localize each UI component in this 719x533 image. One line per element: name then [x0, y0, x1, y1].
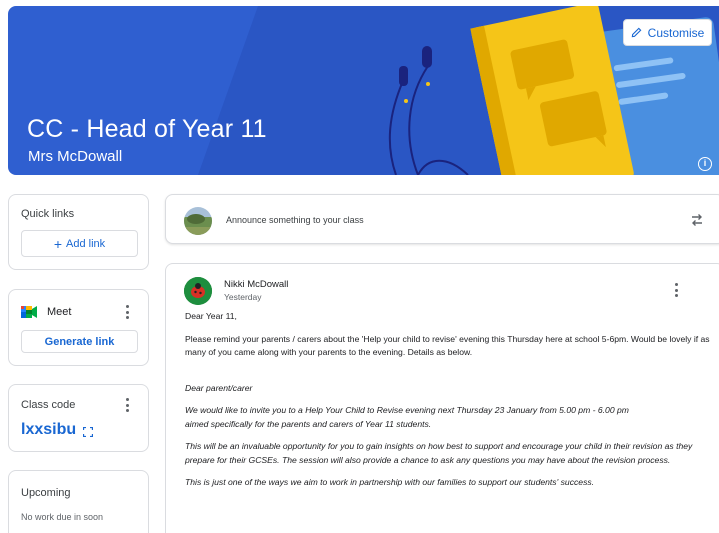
post-time: Yesterday: [224, 292, 262, 302]
add-link-button[interactable]: + Add link: [21, 230, 138, 257]
meet-more-icon[interactable]: [121, 304, 133, 320]
meet-icon: [21, 306, 37, 318]
post-greeting: Dear Year 11,: [185, 311, 237, 321]
post-more-icon[interactable]: [670, 282, 682, 298]
letter-line: We would like to invite you to a Help Yo…: [185, 405, 629, 415]
announce-prompt[interactable]: Announce something to your class: [226, 215, 364, 225]
teacher-name: Mrs McDowall: [28, 148, 123, 165]
plus-icon: +: [53, 235, 63, 252]
generate-link-button[interactable]: Generate link: [21, 330, 138, 353]
letter-paragraph: This is just one of the ways we aim to w…: [185, 477, 595, 487]
quick-links-card: Quick links + Add link: [8, 194, 149, 270]
add-link-label: Add link: [66, 237, 106, 250]
customise-button[interactable]: Customise: [623, 19, 712, 46]
class-code-more-icon[interactable]: [121, 397, 133, 413]
info-icon[interactable]: i: [698, 157, 712, 171]
post-body: Dear Year 11, Please remind your parents…: [185, 310, 715, 490]
repost-icon[interactable]: [689, 212, 705, 228]
post-paragraph: Please remind your parents / carers abou…: [185, 333, 710, 358]
meet-card: Meet Generate link: [8, 289, 149, 366]
upcoming-title: Upcoming: [21, 487, 71, 499]
pencil-icon: [631, 27, 642, 38]
letter-line: aimed specifically for the parents and c…: [185, 418, 432, 429]
classroom-stream: CC - Head of Year 11 Mrs McDowall Custom…: [0, 0, 719, 533]
meet-title: Meet: [47, 306, 72, 318]
letter-paragraph: This will be an invaluable opportunity f…: [185, 441, 693, 465]
class-code-card: Class code lxxsibu: [8, 384, 149, 452]
quick-links-title: Quick links: [21, 208, 75, 220]
post-author: Nikki McDowall: [224, 279, 289, 290]
class-banner: CC - Head of Year 11 Mrs McDowall Custom…: [8, 6, 719, 175]
class-title: CC - Head of Year 11: [27, 115, 267, 143]
upcoming-empty-text: No work due in soon: [21, 512, 104, 522]
fullscreen-icon[interactable]: [83, 427, 93, 437]
author-avatar: [184, 277, 212, 305]
customise-label: Customise: [647, 25, 705, 40]
upcoming-card: Upcoming No work due in soon: [8, 470, 149, 533]
user-avatar: [184, 207, 212, 235]
announce-box[interactable]: Announce something to your class: [165, 194, 719, 244]
class-code-value: lxxsibu: [21, 421, 77, 438]
stream-post: Nikki McDowall Yesterday Dear Year 11, P…: [165, 263, 719, 533]
letter-salutation: Dear parent/carer: [185, 382, 253, 393]
class-code-title: Class code: [21, 399, 76, 411]
